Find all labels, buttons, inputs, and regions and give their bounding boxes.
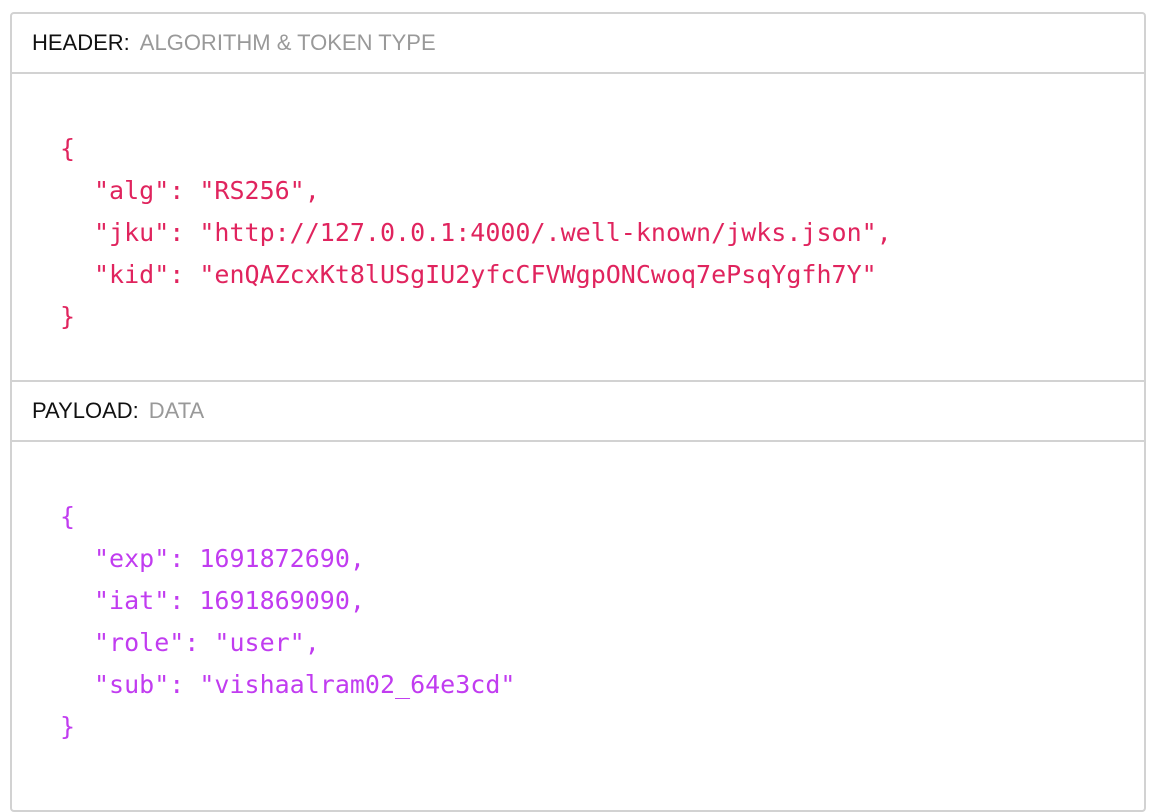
header-sublabel: ALGORITHM & TOKEN TYPE <box>139 30 436 55</box>
header-open-brace: { <box>60 134 76 163</box>
header-label: HEADER: <box>32 30 130 55</box>
payload-line-sub: "sub": "vishaalram02_64e3cd" <box>94 670 516 699</box>
payload-label: PAYLOAD: <box>32 398 139 423</box>
payload-json-editor[interactable]: { "exp": 1691872690, "iat": 1691869090, … <box>12 442 1144 748</box>
header-line-kid: "kid": "enQAZcxKt8lUSgIU2yfcCFVWgpONCwoq… <box>94 260 877 289</box>
header-section-title: HEADER: ALGORITHM & TOKEN TYPE <box>12 14 1144 74</box>
payload-close-brace: } <box>60 712 76 741</box>
payload-section-title: PAYLOAD: DATA <box>12 382 1144 442</box>
header-json-editor[interactable]: { "alg": "RS256", "jku": "http://127.0.0… <box>12 74 1144 382</box>
payload-line-iat: "iat": 1691869090, <box>94 586 365 615</box>
header-line-jku: "jku": "http://127.0.0.1:4000/.well-know… <box>94 218 892 247</box>
header-line-alg: "alg": "RS256", <box>94 176 320 205</box>
payload-open-brace: { <box>60 502 76 531</box>
payload-line-exp: "exp": 1691872690, <box>94 544 365 573</box>
header-close-brace: } <box>60 302 76 331</box>
jwt-decoded-panel: HEADER: ALGORITHM & TOKEN TYPE { "alg": … <box>10 12 1146 812</box>
payload-sublabel: DATA <box>148 398 205 423</box>
payload-line-role: "role": "user", <box>94 628 320 657</box>
